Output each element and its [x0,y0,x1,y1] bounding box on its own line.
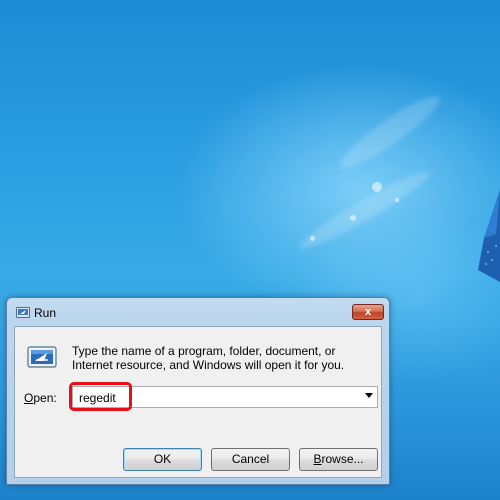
input-highlight-annotation [69,382,132,411]
cancel-button[interactable]: Cancel [211,448,290,471]
wallpaper-streak [333,87,447,177]
windows-logo-fragment [478,190,500,282]
instruction-text: Type the name of a program, folder, docu… [72,344,345,372]
browse-button[interactable]: Browse... [299,448,378,471]
ok-button-label: OK [153,452,172,466]
run-icon [27,346,57,368]
dropdown-arrow-icon[interactable] [365,393,373,398]
wallpaper-bubble [372,182,382,192]
open-label: Open: [24,391,57,405]
wallpaper-streak [295,163,435,257]
open-label-text: pen: [33,391,57,405]
browse-accelerator: B [313,452,322,466]
run-icon [16,307,30,318]
ok-button[interactable]: OK [123,448,202,471]
run-dialog: Run x Type the name of a program, folder… [6,297,390,485]
dialog-content: Type the name of a program, folder, docu… [14,326,382,478]
title-bar[interactable]: Run x [7,298,389,326]
browse-button-label: rowse... [321,452,364,466]
cancel-button-label: Cancel [231,452,270,466]
wallpaper-bubble [395,198,399,202]
close-icon: x [364,306,372,318]
open-label-accelerator: O [24,391,34,405]
close-button[interactable]: x [352,304,384,320]
wallpaper-bubble [310,236,315,241]
window-title: Run [34,306,57,320]
wallpaper-bubble [350,215,356,221]
